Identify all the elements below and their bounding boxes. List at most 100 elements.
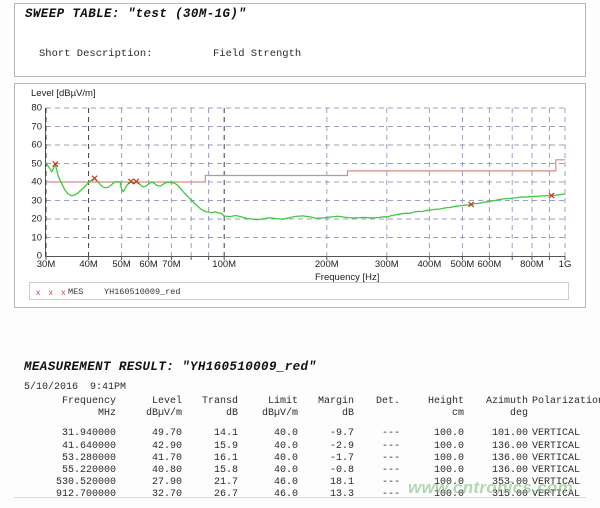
cell-azimuth: 136.00 xyxy=(492,453,528,465)
legend-series-name: YH160510009_red xyxy=(104,287,181,297)
chart-legend: x x x MES YH160510009_red xyxy=(29,282,569,300)
table-row[interactable]: 31.94000049.7014.140.0-9.7---100.0101.00… xyxy=(24,428,576,440)
cell-level: 42.90 xyxy=(152,441,182,453)
cell-margin: 18.1 xyxy=(330,477,354,489)
col-level: Level xyxy=(152,396,182,408)
cell-height: 100.0 xyxy=(434,465,464,477)
y-axis-tick-label: 60 xyxy=(31,140,42,151)
x-axis-tick-label: 200M xyxy=(315,259,339,270)
cell-limit: 40.0 xyxy=(274,428,298,440)
col-frequency: Frequency xyxy=(62,396,116,408)
cell-det: --- xyxy=(382,428,400,440)
cell-azimuth: 136.00 xyxy=(492,465,528,477)
x-axis-tick-label: 100M xyxy=(212,259,236,270)
cell-frequency: 41.640000 xyxy=(62,441,116,453)
unit-frequency: MHz xyxy=(98,408,116,420)
cell-margin: -2.9 xyxy=(330,441,354,453)
cell-frequency: 53.280000 xyxy=(62,453,116,465)
x-axis-tick-label: 50M xyxy=(112,259,130,270)
cell-transd: 14.1 xyxy=(214,428,238,440)
plot-area: 0102030405060708030M40M50M60M70M100M200M… xyxy=(45,108,565,257)
cell-det: --- xyxy=(382,453,400,465)
table-row[interactable]: 530.520000 27.90 21.7 46.0 18.1 --- 100.0 353.0… xyxy=(24,477,576,489)
y-axis-tick-label: 50 xyxy=(31,158,42,169)
table-row[interactable]: 912.70000032.7026.746.013.3---100.0315.0… xyxy=(24,489,576,501)
unit-height: cm xyxy=(452,408,464,420)
cell-det: --- xyxy=(382,465,400,477)
cell-det: --- xyxy=(382,489,400,501)
x-axis-tick-label: 400M xyxy=(417,259,441,270)
cell-limit: 40.0 xyxy=(274,453,298,465)
cell-azimuth: 136.00 xyxy=(492,441,528,453)
cell-height: 100.0 xyxy=(434,453,464,465)
table-row[interactable]: 55.220000 40.80 15.8 40.0 -0.8 --- 100.0 136.00… xyxy=(24,465,576,477)
legend-series-type: MES xyxy=(68,287,83,297)
result-header-row-1: Frequency Level Transd Limit Margin Det.… xyxy=(24,396,576,408)
x-axis-tick-label: 60M xyxy=(139,259,157,270)
emi-scan-chart-panel: Level [dBµV/m] 0102030405060708030M40M50… xyxy=(14,83,586,308)
col-det: Det. xyxy=(376,396,400,408)
y-axis-title: Level [dBµV/m] xyxy=(31,88,96,99)
col-azimuth: Azimuth xyxy=(486,396,528,408)
cell-transd: 15.8 xyxy=(214,465,238,477)
cell-limit: 46.0 xyxy=(274,477,298,489)
sweep-table-panel: SWEEP TABLE: "test (30M-1G)" Short Descr… xyxy=(14,3,586,77)
col-polarization: Polarization xyxy=(532,396,600,408)
cell-height: 100.0 xyxy=(434,489,464,501)
cell-polarization: VERTICAL xyxy=(532,477,580,489)
cell-level: 41.70 xyxy=(152,453,182,465)
peak-marker[interactable] xyxy=(92,176,97,181)
cell-det: --- xyxy=(382,441,400,453)
y-axis-tick-label: 30 xyxy=(31,195,42,206)
col-transd: Transd xyxy=(202,396,238,408)
cell-height: 100.0 xyxy=(434,477,464,489)
cell-level: 49.70 xyxy=(152,428,182,440)
cell-transd: 16.1 xyxy=(214,453,238,465)
y-axis-tick-label: 80 xyxy=(31,103,42,114)
legend-marker-symbols: x x x xyxy=(36,287,68,297)
result-rows-container: 31.940000 49.70 14.1 40.0 -9.7 --- 100.0 101.00… xyxy=(24,428,576,501)
table-row[interactable]: 41.64000042.9015.940.0-2.9---100.0136.00… xyxy=(24,441,576,453)
cell-det: --- xyxy=(382,477,400,489)
x-axis-tick-label: 300M xyxy=(375,259,399,270)
cell-frequency: 530.520000 xyxy=(56,477,116,489)
cell-polarization: VERTICAL xyxy=(532,453,580,465)
unit-level: dBµV/m xyxy=(146,408,182,420)
cell-polarization: VERTICAL xyxy=(532,428,580,440)
cell-frequency: 31.940000 xyxy=(62,428,116,440)
x-axis-tick-label: 500M xyxy=(451,259,475,270)
sweep-row-description: Short Description: Field Strength xyxy=(25,48,75,60)
bottom-divider xyxy=(14,497,586,498)
cell-margin: -1.7 xyxy=(330,453,354,465)
measurement-result-title: MEASUREMENT RESULT: "YH160510009_red" xyxy=(24,360,316,374)
report-page: SWEEP TABLE: "test (30M-1G)" Short Descr… xyxy=(0,0,600,508)
measurement-date: 5/10/2016 xyxy=(24,382,78,393)
unit-limit: dBµV/m xyxy=(262,408,298,420)
cell-margin: -9.7 xyxy=(330,428,354,440)
x-axis-tick-label: 70M xyxy=(162,259,180,270)
cell-level: 32.70 xyxy=(152,489,182,501)
cell-transd: 21.7 xyxy=(214,477,238,489)
cell-limit: 40.0 xyxy=(274,465,298,477)
unit-margin: dB xyxy=(342,408,354,420)
measurement-timestamp: 5/10/2016 9:41PM xyxy=(24,382,126,393)
y-axis-tick-label: 10 xyxy=(31,232,42,243)
timestamp-gap xyxy=(78,382,90,393)
cell-limit: 46.0 xyxy=(274,489,298,501)
cell-margin: 13.3 xyxy=(330,489,354,501)
short-description-label: Short Description: xyxy=(39,48,152,60)
cell-level: 27.90 xyxy=(152,477,182,489)
cell-frequency: 55.220000 xyxy=(62,465,116,477)
cell-limit: 40.0 xyxy=(274,441,298,453)
cell-azimuth: 353.00 xyxy=(492,477,528,489)
sweep-table-title: SWEEP TABLE: "test (30M-1G)" xyxy=(25,7,246,21)
cell-level: 40.80 xyxy=(152,465,182,477)
cell-margin: -0.8 xyxy=(330,465,354,477)
cell-frequency: 912.700000 xyxy=(56,489,116,501)
cell-azimuth: 315.00 xyxy=(492,489,528,501)
table-row[interactable]: 53.280000 41.70 16.1 40.0 -1.7 --- 100.0 136.00… xyxy=(24,453,576,465)
col-limit: Limit xyxy=(268,396,298,408)
x-axis-tick-label: 600M xyxy=(478,259,502,270)
cell-azimuth: 101.00 xyxy=(492,428,528,440)
measurement-trace xyxy=(46,163,565,220)
